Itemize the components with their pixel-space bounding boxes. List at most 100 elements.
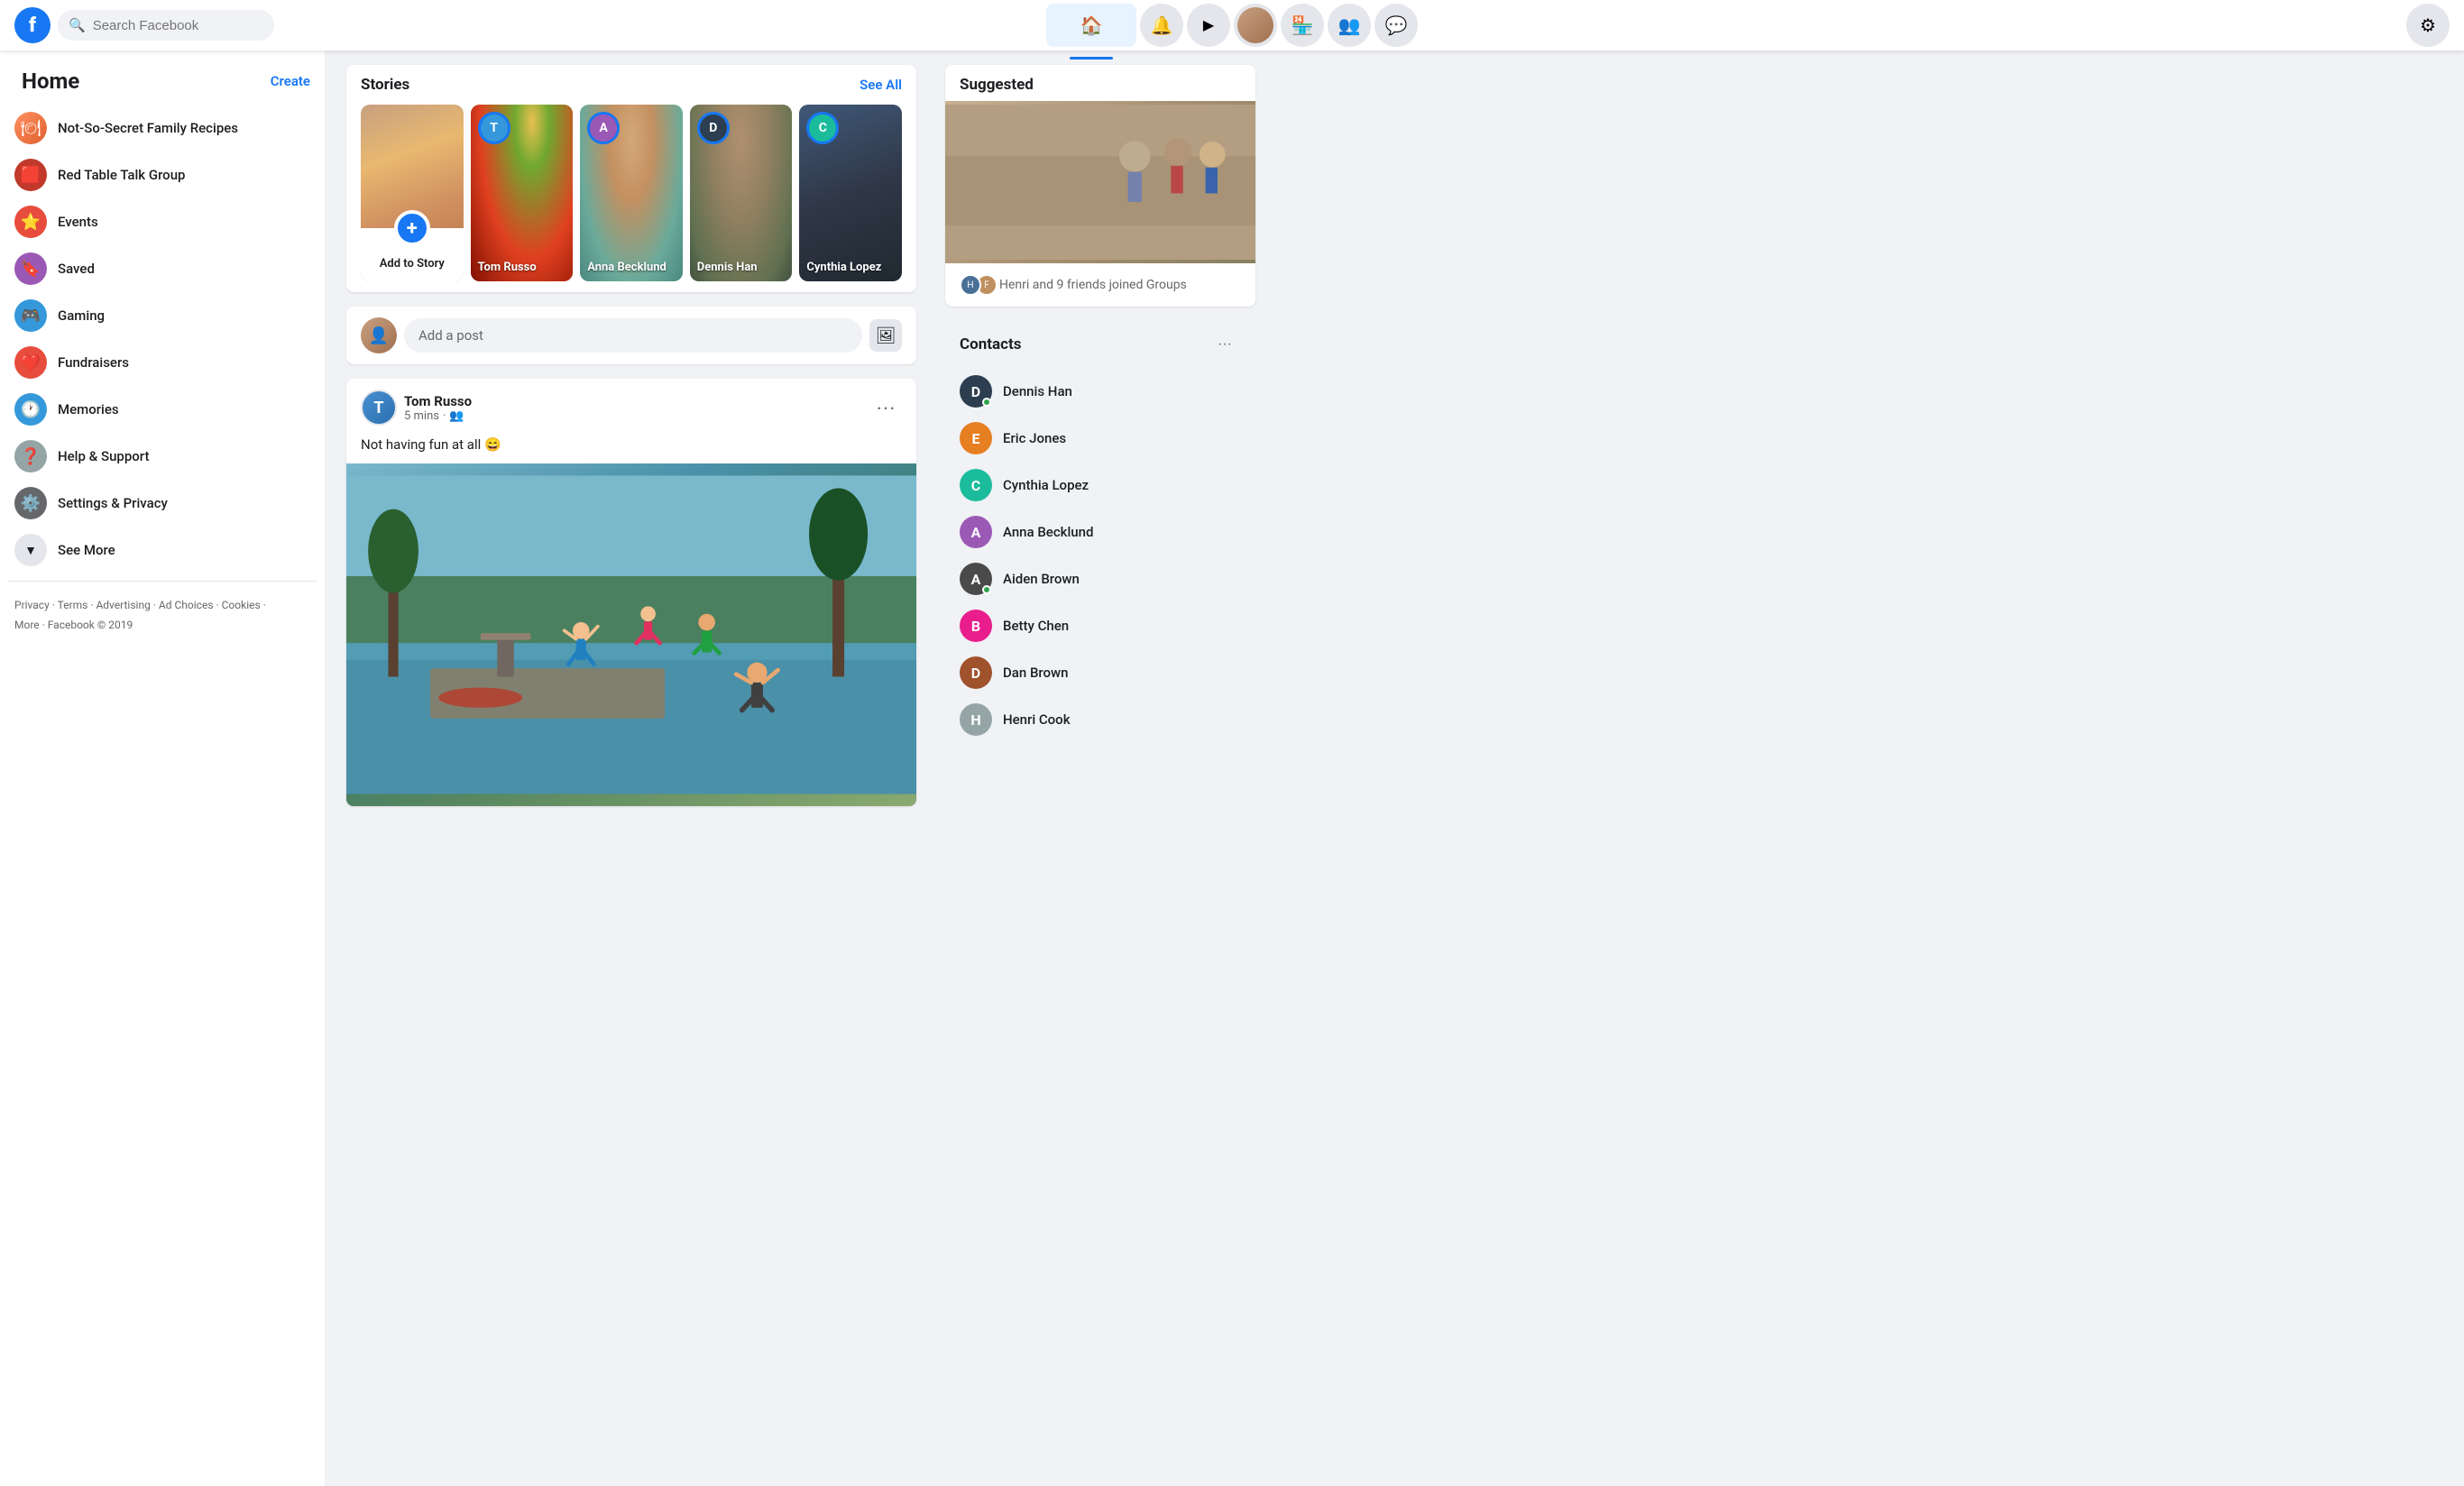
sidebar-header: Home Create xyxy=(7,58,317,105)
story-anna-becklund[interactable]: A Anna Becklund xyxy=(580,105,683,281)
post-meta: 5 mins · 👥 xyxy=(404,409,472,423)
post-author: Tom Russo xyxy=(404,393,472,409)
sidebar-item-label: Fundraisers xyxy=(58,354,129,371)
groups-card: 👥 Groups New ways to find and join commu… xyxy=(945,101,1255,263)
post-privacy-icon: 👥 xyxy=(449,409,464,423)
sidebar-item-saved[interactable]: 🔖 Saved xyxy=(7,245,317,292)
post-more-button[interactable]: ··· xyxy=(869,391,902,424)
suggested-title: Suggested xyxy=(945,65,1255,101)
contact-item-eric-jones[interactable]: E Eric Jones xyxy=(952,415,1248,462)
sidebar-item-see-more[interactable]: ▼ See More xyxy=(7,527,317,573)
help-icon: ❓ xyxy=(14,440,47,472)
friend-avatar-1: H xyxy=(960,274,981,296)
story-dennis-han[interactable]: D Dennis Han xyxy=(690,105,793,281)
footer-privacy-link[interactable]: Privacy xyxy=(14,599,50,611)
sidebar-item-gaming[interactable]: 🎮 Gaming xyxy=(7,292,317,339)
watch-nav-button[interactable]: ▶ xyxy=(1187,4,1230,47)
footer-cookies-link[interactable]: Cookies xyxy=(222,599,261,611)
notifications-nav-button[interactable]: 🔔 xyxy=(1140,4,1183,47)
composer-avatar: 👤 xyxy=(361,317,397,353)
post-author-info: Tom Russo 5 mins · 👥 xyxy=(404,393,472,423)
profile-avatar xyxy=(1237,7,1273,43)
contact-name-dan: Dan Brown xyxy=(1003,665,1069,681)
story-label-anna: Anna Becklund xyxy=(587,261,667,274)
fundraisers-icon: ❤️ xyxy=(14,346,47,379)
sidebar-item-label: Help & Support xyxy=(58,448,149,464)
suggested-section: Suggested 👥 G xyxy=(945,65,1255,307)
contacts-more-button[interactable]: ··· xyxy=(1209,328,1241,361)
footer-copyright: Facebook © 2019 xyxy=(48,619,133,631)
sidebar-item-label: Not-So-Secret Family Recipes xyxy=(58,120,238,136)
sidebar-item-help-support[interactable]: ❓ Help & Support xyxy=(7,433,317,480)
contact-item-anna-becklund[interactable]: A Anna Becklund xyxy=(952,509,1248,555)
profile-nav-button[interactable] xyxy=(1234,4,1277,47)
saved-icon: 🔖 xyxy=(14,252,47,285)
footer-terms-link[interactable]: Terms xyxy=(58,599,88,611)
groups-nav-button[interactable]: 👥 xyxy=(1328,4,1371,47)
sidebar-item-family-recipes[interactable]: 🍽 Not-So-Secret Family Recipes xyxy=(7,105,317,151)
contact-item-cynthia-lopez[interactable]: C Cynthia Lopez xyxy=(952,462,1248,509)
red-table-icon: 🟥 xyxy=(14,159,47,191)
sidebar-item-label: See More xyxy=(58,542,115,558)
contact-avatar-henri: H xyxy=(960,703,992,736)
settings-nav-button[interactable]: ⚙ xyxy=(2406,4,2450,47)
sidebar-item-memories[interactable]: 🕐 Memories xyxy=(7,386,317,433)
footer-adchoices-link[interactable]: Ad Choices xyxy=(159,599,214,611)
contact-avatar-aiden: A xyxy=(960,563,992,595)
search-bar[interactable]: 🔍 xyxy=(58,10,274,41)
stories-section: Stories See All + Add to Story xyxy=(346,65,916,292)
story-avatar-anna: A xyxy=(587,112,620,144)
footer-advertising-link[interactable]: Advertising xyxy=(96,599,150,611)
topnav: f 🔍 🏠 🔔 ▶ 🏪 👥 💬 ⚙ xyxy=(0,0,2464,50)
contact-name-dennis: Dennis Han xyxy=(1003,383,1072,399)
stories-header: Stories See All xyxy=(361,76,902,94)
sidebar-divider xyxy=(7,581,317,582)
composer-photo-button[interactable]: 🖼 xyxy=(869,319,902,352)
sidebar-item-settings-privacy[interactable]: ⚙️ Settings & Privacy xyxy=(7,480,317,527)
footer-more-link[interactable]: More xyxy=(14,619,40,631)
contact-item-aiden-brown[interactable]: A Aiden Brown xyxy=(952,555,1248,602)
contact-item-henri-cook[interactable]: H Henri Cook xyxy=(952,696,1248,743)
sidebar-item-label: Settings & Privacy xyxy=(58,495,168,511)
topnav-center: 🏠 🔔 ▶ 🏪 👥 💬 xyxy=(826,4,1638,47)
contacts-section: Contacts ··· D Dennis Han E Eric Jones C… xyxy=(945,321,1255,743)
sidebar-title: Home xyxy=(14,61,87,101)
contact-avatar-betty: B xyxy=(960,610,992,642)
sidebar-item-red-table-talk[interactable]: 🟥 Red Table Talk Group xyxy=(7,151,317,198)
composer-input[interactable]: Add a post xyxy=(404,318,862,353)
contacts-title: Contacts xyxy=(960,335,1021,353)
main-feed: Stories See All + Add to Story xyxy=(325,50,938,1486)
story-add-label: Add to Story xyxy=(368,257,456,271)
contact-name-cynthia: Cynthia Lopez xyxy=(1003,477,1089,493)
post-dot: · xyxy=(443,409,446,423)
page-layout: Home Create 🍽 Not-So-Secret Family Recip… xyxy=(0,50,2464,1486)
sidebar-item-label: Events xyxy=(58,214,98,230)
post-image xyxy=(346,463,916,806)
groups-friends-row: H F Henri and 9 friends joined Groups xyxy=(945,263,1255,307)
story-tom-russo[interactable]: T Tom Russo xyxy=(471,105,574,281)
stories-see-all[interactable]: See All xyxy=(860,77,902,93)
create-link[interactable]: Create xyxy=(271,73,310,89)
sidebar-item-fundraisers[interactable]: ❤️ Fundraisers xyxy=(7,339,317,386)
messenger-nav-button[interactable]: 💬 xyxy=(1375,4,1418,47)
marketplace-nav-button[interactable]: 🏪 xyxy=(1281,4,1324,47)
contact-item-dan-brown[interactable]: D Dan Brown xyxy=(952,649,1248,696)
story-add-circle: + xyxy=(394,210,430,246)
contact-item-betty-chen[interactable]: B Betty Chen xyxy=(952,602,1248,649)
facebook-logo[interactable]: f xyxy=(14,7,51,43)
topnav-left: f 🔍 xyxy=(14,7,826,43)
sidebar-item-events[interactable]: ⭐ Events xyxy=(7,198,317,245)
sidebar-item-label: Red Table Talk Group xyxy=(58,167,185,183)
contact-item-dennis-han[interactable]: D Dennis Han xyxy=(952,368,1248,415)
story-cynthia-lopez[interactable]: C Cynthia Lopez xyxy=(799,105,902,281)
add-story-card[interactable]: + Add to Story xyxy=(361,105,464,281)
right-panel: Suggested 👥 G xyxy=(938,50,1263,1486)
sidebar: Home Create 🍽 Not-So-Secret Family Recip… xyxy=(0,50,325,1486)
composer-row: 👤 Add a post 🖼 xyxy=(361,317,902,353)
events-icon: ⭐ xyxy=(14,206,47,238)
story-label-dennis: Dennis Han xyxy=(697,261,758,274)
search-input[interactable] xyxy=(93,18,263,33)
see-more-icon: ▼ xyxy=(14,534,47,566)
home-nav-button[interactable]: 🏠 xyxy=(1046,4,1136,47)
online-indicator-aiden xyxy=(982,585,991,594)
